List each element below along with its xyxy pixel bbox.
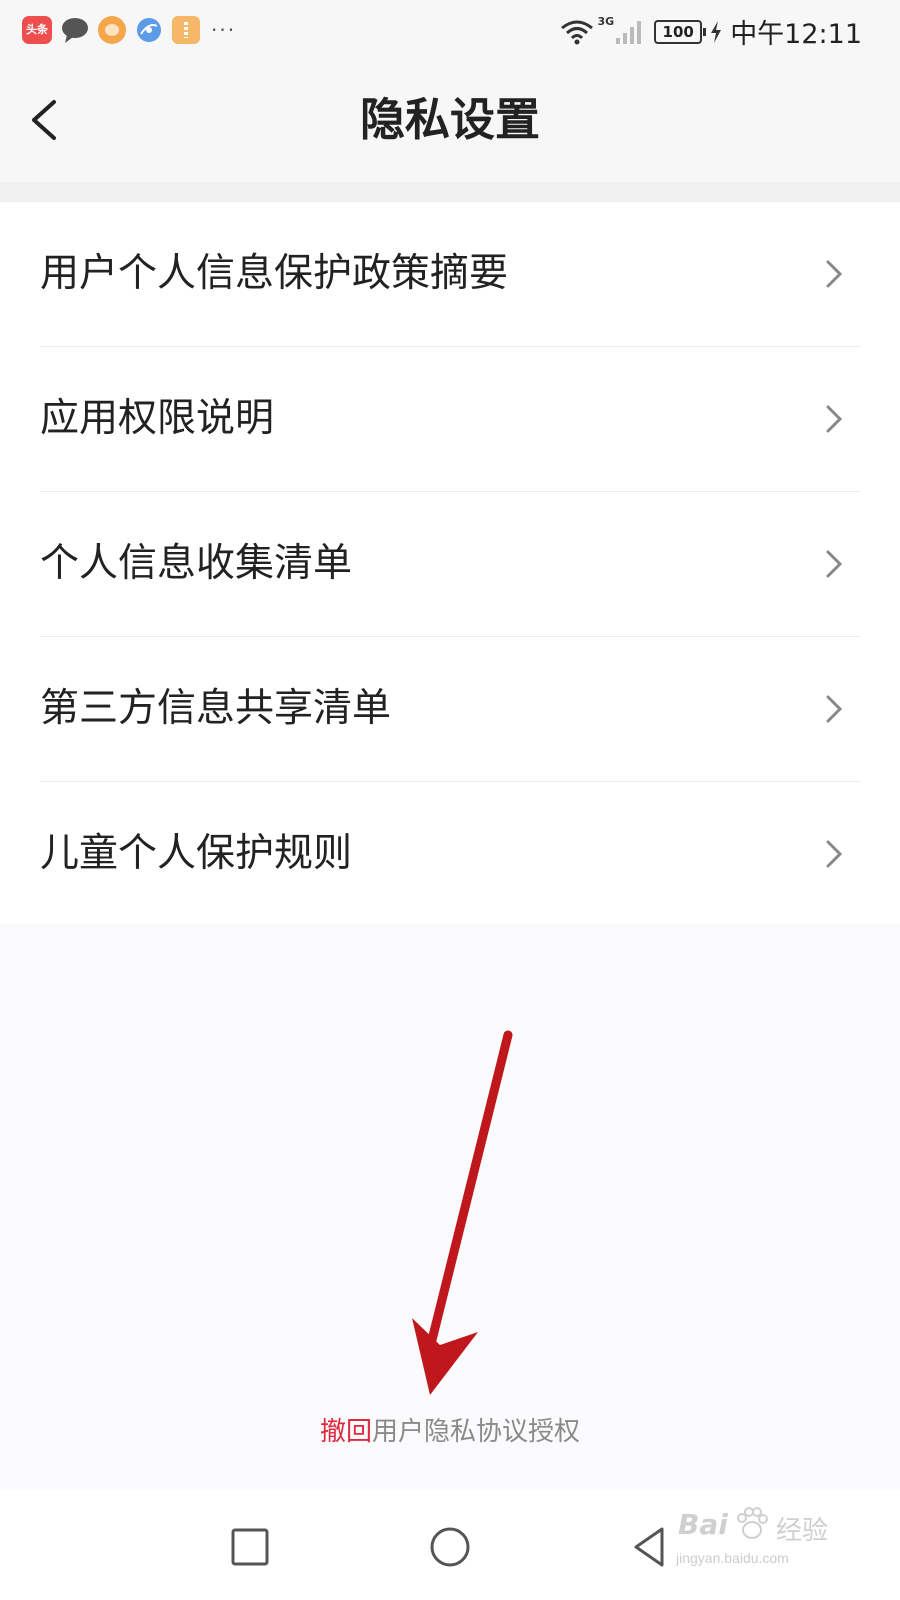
watermark-url: jingyan.baidu.com: [676, 1550, 789, 1566]
file-app-icon: [172, 16, 200, 44]
menu-item-label: 用户个人信息保护政策摘要: [40, 251, 509, 296]
watermark-brand-cn: 经验: [776, 1516, 829, 1546]
chevron-right-icon: [826, 840, 843, 868]
recents-button[interactable]: [228, 1525, 272, 1569]
paw-icon: [737, 1507, 768, 1539]
signal-icon: [616, 20, 642, 44]
menu-item-app-permissions[interactable]: 应用权限说明: [40, 347, 860, 492]
status-bar: 头条 ··· 3G 100 中午12:11: [0, 0, 900, 60]
settings-list: 用户个人信息保护政策摘要 应用权限说明 个人信息收集清单 第三方信息共享清单 儿…: [0, 202, 900, 924]
chevron-right-icon: [826, 260, 843, 288]
toutiao-app-icon: 头条: [22, 16, 52, 44]
face-app-icon: [98, 16, 126, 44]
revoke-description-text: 用户隐私协议授权: [372, 1417, 581, 1447]
system-back-button[interactable]: [628, 1525, 672, 1569]
chevron-right-icon: [826, 550, 843, 578]
chevron-right-icon: [826, 405, 843, 433]
page-title: 隐私设置: [359, 93, 540, 146]
charging-icon: [711, 20, 722, 43]
status-indicators: 3G 100 中午12:11: [560, 12, 862, 51]
revoke-authorization-link[interactable]: 撤回用户隐私协议授权: [0, 1412, 900, 1452]
recents-square-icon: [231, 1528, 269, 1566]
chevron-right-icon: [826, 695, 843, 723]
menu-item-info-collection-list[interactable]: 个人信息收集清单: [40, 492, 860, 637]
menu-item-third-party-sharing-list[interactable]: 第三方信息共享清单: [40, 637, 860, 782]
menu-item-label: 第三方信息共享清单: [40, 686, 392, 731]
menu-item-privacy-policy-summary[interactable]: 用户个人信息保护政策摘要: [40, 202, 860, 347]
wifi-icon: [560, 20, 593, 44]
menu-item-label: 应用权限说明: [40, 396, 275, 441]
menu-item-label: 个人信息收集清单: [40, 541, 353, 586]
browser-app-icon: [135, 16, 163, 44]
clock: 中午12:11: [730, 19, 862, 50]
revoke-action-text[interactable]: 撤回: [320, 1417, 372, 1447]
more-notifications-icon: ···: [211, 18, 237, 42]
baidu-jingyan-watermark: Bai 经验 jingyan.baidu.com: [672, 1500, 852, 1580]
notification-icons: 头条 ···: [22, 16, 236, 44]
menu-item-child-protection-rules[interactable]: 儿童个人保护规则: [40, 782, 860, 926]
home-button[interactable]: [428, 1525, 472, 1569]
menu-item-label: 儿童个人保护规则: [40, 831, 353, 876]
home-circle-icon: [430, 1527, 470, 1567]
header: 隐私设置: [0, 60, 900, 182]
network-type: 3G: [597, 15, 615, 28]
back-triangle-icon: [634, 1527, 664, 1567]
watermark-brand: Bai: [678, 1508, 728, 1541]
battery-indicator: 100: [654, 19, 707, 44]
chat-bubble-icon: [61, 16, 89, 44]
section-divider: [0, 182, 900, 202]
